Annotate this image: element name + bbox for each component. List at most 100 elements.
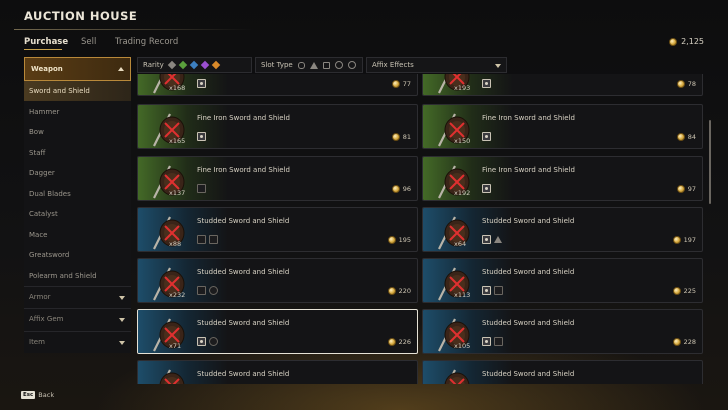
listing-card[interactable]: x137 Fine Iron Sword and Shield 96 bbox=[137, 156, 418, 201]
listing-price: 97 bbox=[676, 185, 696, 193]
sidebar-category-label: Armor bbox=[29, 293, 51, 301]
listing-card[interactable]: x113 Studded Sword and Shield 225 bbox=[422, 258, 703, 303]
sidebar-category-label: Item bbox=[29, 338, 45, 346]
listing-card[interactable]: Studded Sword and Shield bbox=[137, 360, 418, 384]
sidebar-item-staff[interactable]: Staff bbox=[24, 143, 131, 163]
price-value: 84 bbox=[687, 133, 696, 141]
sidebar-item-polearm-and-shield[interactable]: Polearm and Shield bbox=[24, 266, 131, 286]
affix-gem-icon bbox=[482, 132, 491, 141]
listing-price: 96 bbox=[391, 185, 411, 193]
sidebar-category-affix-gem[interactable]: Affix Gem bbox=[24, 308, 131, 329]
listing-card[interactable]: x105 Studded Sword and Shield 228 bbox=[422, 309, 703, 354]
gold-coin-icon bbox=[672, 338, 681, 346]
listing-quantity: x137 bbox=[169, 189, 186, 197]
affix-gem-icon bbox=[197, 79, 206, 88]
price-value: 226 bbox=[398, 338, 411, 346]
listing-price: 84 bbox=[676, 133, 696, 141]
sidebar-category-armor[interactable]: Armor bbox=[24, 286, 131, 307]
listing-card[interactable]: x232 Studded Sword and Shield 220 bbox=[137, 258, 418, 303]
sword-and-shield-icon bbox=[153, 216, 185, 250]
affix-slots bbox=[482, 235, 502, 244]
listing-card[interactable]: x64 Studded Sword and Shield 197 bbox=[422, 207, 703, 252]
gold-coin-icon bbox=[391, 185, 400, 193]
listing-card[interactable]: x165 Fine Iron Sword and Shield 81 bbox=[137, 104, 418, 149]
slot-hex-icon[interactable] bbox=[334, 61, 343, 69]
listing-card[interactable]: Studded Sword and Shield bbox=[422, 360, 703, 384]
rarity-filter[interactable]: Rarity bbox=[137, 57, 252, 73]
sidebar-item-hammer[interactable]: Hammer bbox=[24, 102, 131, 122]
sidebar-item-bow[interactable]: Bow bbox=[24, 122, 131, 142]
sword-and-shield-icon bbox=[153, 318, 185, 352]
sword-and-shield-icon bbox=[159, 369, 185, 384]
listing-quantity: x192 bbox=[454, 189, 471, 197]
slot-circle-icon[interactable] bbox=[347, 61, 356, 69]
tab-trading-record[interactable]: Trading Record bbox=[115, 37, 178, 47]
affix-slots bbox=[197, 184, 206, 193]
gold-coin-icon bbox=[669, 37, 678, 46]
sidebar-item-dagger[interactable]: Dagger bbox=[24, 163, 131, 183]
rarity-epic-icon[interactable] bbox=[200, 60, 209, 70]
gold-coin-icon bbox=[676, 185, 685, 193]
tab-purchase[interactable]: Purchase bbox=[24, 37, 68, 47]
back-label: Back bbox=[38, 391, 55, 399]
listing-card[interactable]: x192 Fine Iron Sword and Shield 97 bbox=[422, 156, 703, 201]
listing-name: Studded Sword and Shield bbox=[482, 370, 575, 378]
sidebar-item-catalyst[interactable]: Catalyst bbox=[24, 204, 131, 224]
listing-quantity: x168 bbox=[169, 84, 186, 92]
listing-price: 220 bbox=[387, 287, 411, 295]
listing-card[interactable]: x150 Fine Iron Sword and Shield 84 bbox=[422, 104, 703, 149]
chevron-down-icon bbox=[495, 64, 501, 68]
rarity-label: Rarity bbox=[143, 61, 164, 69]
listing-price: 225 bbox=[672, 287, 696, 295]
affix-effects-dropdown[interactable]: Affix Effects bbox=[366, 57, 507, 73]
price-value: 77 bbox=[402, 80, 411, 88]
listing-quantity: x232 bbox=[169, 291, 186, 299]
price-value: 81 bbox=[402, 133, 411, 141]
gold-coin-icon bbox=[676, 133, 685, 141]
listing-price: 195 bbox=[387, 236, 411, 244]
slot-type-filter[interactable]: Slot Type bbox=[255, 57, 363, 73]
listing-name: Studded Sword and Shield bbox=[482, 268, 575, 276]
listing-card[interactable]: x168 77 bbox=[137, 74, 418, 96]
sidebar-item-mace[interactable]: Mace bbox=[24, 225, 131, 245]
gold-coin-icon bbox=[672, 287, 681, 295]
sidebar-item-greatsword[interactable]: Greatsword bbox=[24, 245, 131, 265]
price-value: 78 bbox=[687, 80, 696, 88]
listing-quantity: x165 bbox=[169, 137, 186, 145]
affix-slots bbox=[482, 79, 491, 88]
affix-triangle-icon bbox=[494, 236, 502, 243]
sidebar-item-dual-blades[interactable]: Dual Blades bbox=[24, 184, 131, 204]
tab-active-underline bbox=[24, 49, 62, 50]
sidebar-category-label: Weapon bbox=[31, 65, 63, 73]
category-sidebar: Weapon Sword and Shield Hammer Bow Staff… bbox=[24, 57, 131, 353]
affix-slots bbox=[482, 286, 503, 295]
back-button[interactable]: Esc Back bbox=[21, 391, 54, 399]
sidebar-item-sword-and-shield[interactable]: Sword and Shield bbox=[24, 81, 131, 101]
rarity-uncommon-icon[interactable] bbox=[178, 60, 187, 70]
listing-card[interactable]: x193 78 bbox=[422, 74, 703, 96]
listing-card[interactable]: x71 Studded Sword and Shield 226 bbox=[137, 309, 418, 354]
slot-square-icon[interactable] bbox=[322, 61, 330, 69]
price-value: 97 bbox=[687, 185, 696, 193]
sword-and-shield-icon bbox=[444, 369, 470, 384]
affix-square-slot-icon bbox=[494, 337, 503, 346]
tab-sell[interactable]: Sell bbox=[81, 37, 96, 47]
rarity-rare-icon[interactable] bbox=[189, 60, 198, 70]
slot-triangle-icon[interactable] bbox=[309, 61, 318, 69]
affix-gem-icon bbox=[197, 337, 206, 346]
sidebar-category-weapon[interactable]: Weapon bbox=[24, 57, 131, 81]
affix-slots bbox=[197, 235, 218, 244]
rarity-common-icon[interactable] bbox=[167, 60, 176, 70]
affix-slots bbox=[482, 337, 503, 346]
price-value: 197 bbox=[683, 236, 696, 244]
listing-card[interactable]: x88 Studded Sword and Shield 195 bbox=[137, 207, 418, 252]
slot-rounded-icon[interactable] bbox=[297, 61, 305, 69]
listing-scrollbar[interactable] bbox=[709, 120, 711, 204]
gold-coin-icon bbox=[672, 236, 681, 244]
gold-coin-icon bbox=[391, 80, 400, 88]
affix-gem-icon bbox=[482, 184, 491, 193]
price-value: 195 bbox=[398, 236, 411, 244]
sidebar-category-item[interactable]: Item bbox=[24, 331, 131, 352]
rarity-legendary-icon[interactable] bbox=[211, 60, 220, 70]
page-title: AUCTION HOUSE bbox=[24, 9, 138, 23]
